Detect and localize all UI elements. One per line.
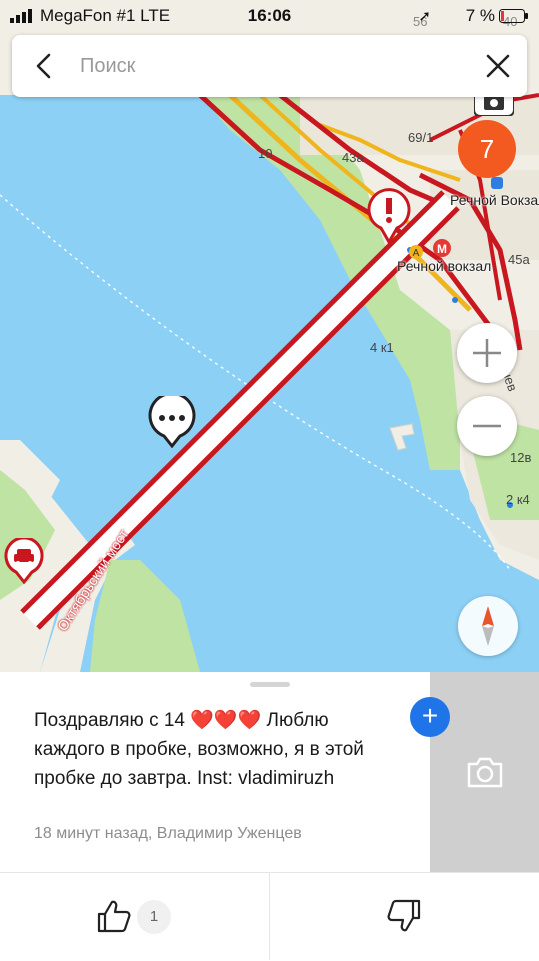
zoom-in-button[interactable] [457,323,517,383]
house-number-label: 4 к1 [370,340,394,355]
house-number-label: 43а [342,150,364,165]
map-view[interactable]: 10 43а 69/1 56 40 45а 4 к1 12в 2 к4 шев … [0,0,539,672]
reaction-divider [269,872,270,960]
compass-icon [482,606,494,646]
camera-icon[interactable] [465,754,505,790]
zoom-out-button[interactable] [457,396,517,456]
chat-icon[interactable] [146,396,198,448]
sheet-drag-handle[interactable] [250,682,290,687]
clock: 16:06 [247,6,292,25]
status-bar: MegaFon #1 LTE 16:06 ➚ 7 % [0,0,539,32]
metro-icon[interactable]: М [432,238,452,258]
house-number-label: 10 [258,146,273,161]
location-arrow-icon: ➚ [418,8,431,25]
thumbs-up-icon[interactable] [96,898,132,934]
svg-text:М: М [437,242,447,256]
house-number-label: 2 к4 [506,492,530,507]
thumbs-down-icon[interactable] [386,898,422,934]
bus-stop-icon[interactable]: A [408,244,424,260]
station-label: Речной Вокзал [450,192,539,208]
house-number-label: 69/1 [408,130,434,145]
search-bar[interactable]: Поиск [12,35,527,97]
search-input[interactable]: Поиск [80,35,135,97]
minus-icon [473,424,501,428]
add-photo-button[interactable]: + [410,697,450,737]
comment-body: Поздравляю с 14 ❤️❤️❤️ Люблю каждого в п… [34,706,404,793]
events-cluster-badge[interactable]: 7 [458,120,516,178]
plus-icon [473,339,501,367]
comment-text: Поздравляю с 14 ❤️❤️❤️ Люблю каждого в п… [34,710,364,789]
accident-icon[interactable] [4,538,44,584]
battery-icon [499,9,528,23]
back-arrow-icon[interactable] [30,51,60,81]
bus-icon[interactable] [490,176,504,190]
compass-button[interactable] [458,596,518,656]
battery-percent: 7 % [465,6,495,25]
comment-meta: 18 минут назад, Владимир Уженцев [34,825,302,842]
svg-text:A: A [413,248,420,259]
station-label: Речной вокзал [397,258,492,274]
house-number-label: 45а [508,252,530,267]
close-icon[interactable] [483,51,513,81]
like-count: 1 [137,900,171,934]
warning-icon[interactable] [366,188,412,244]
plus-icon: + [421,700,439,731]
